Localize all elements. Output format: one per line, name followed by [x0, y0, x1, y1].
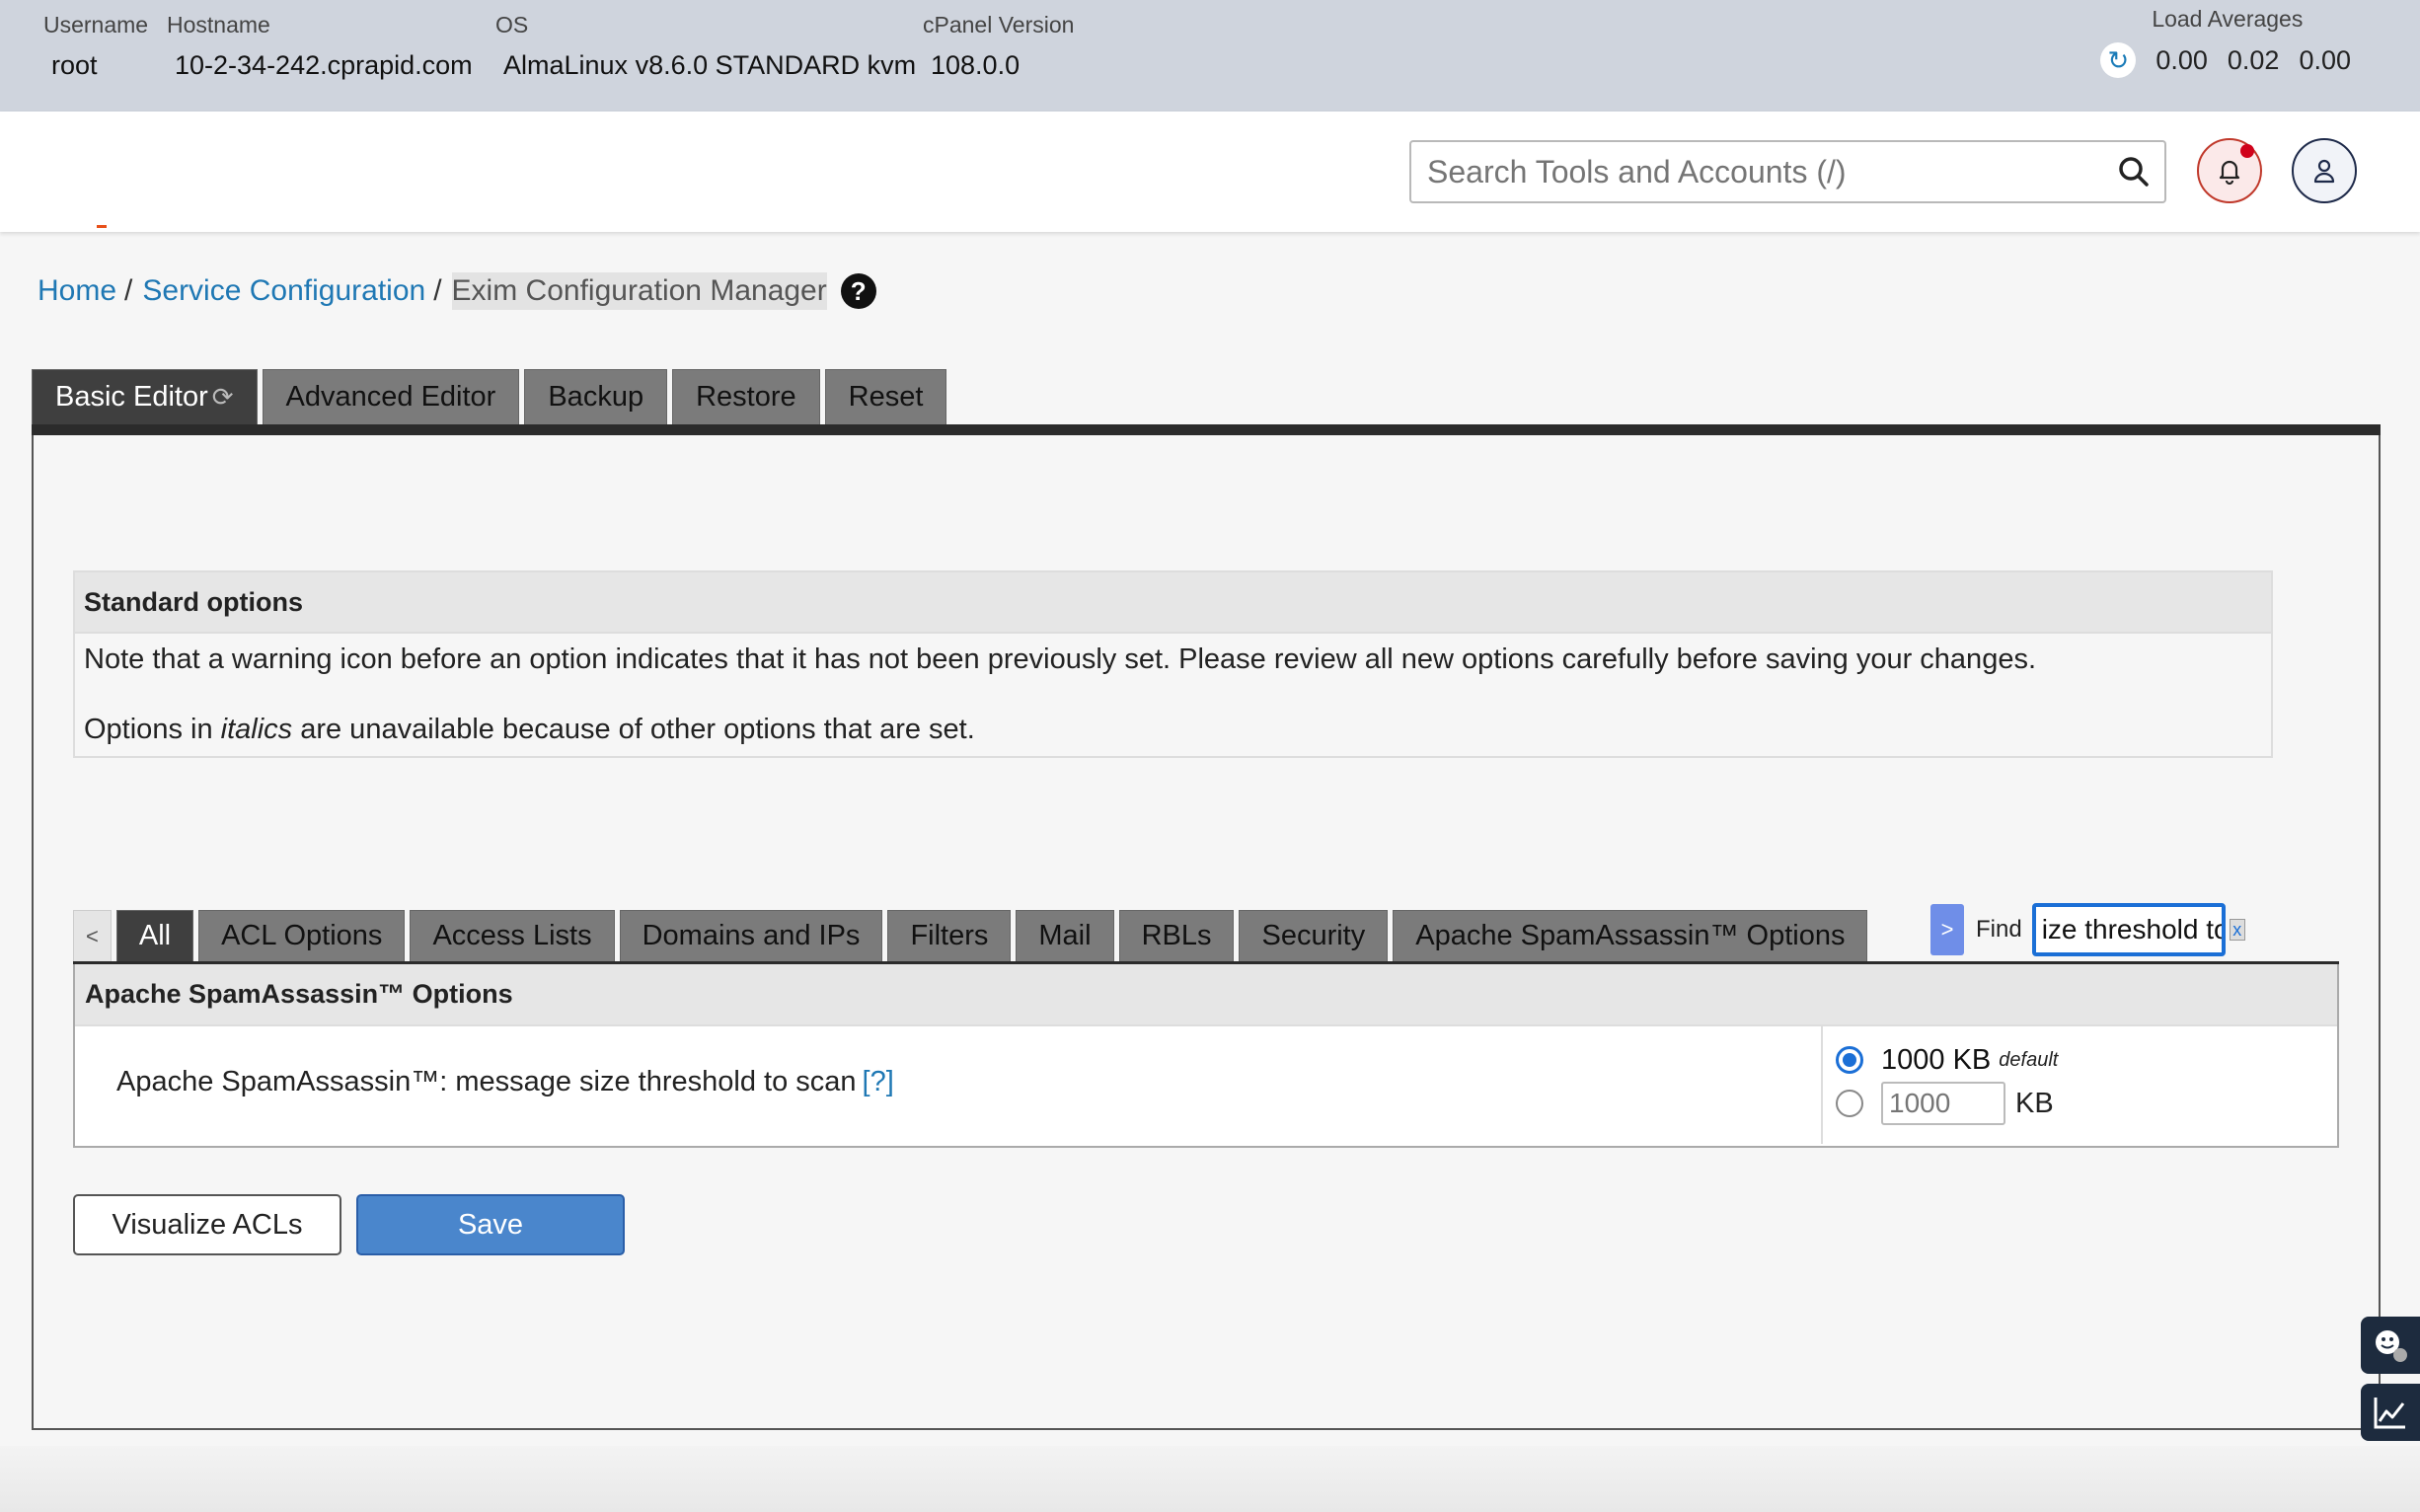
load-averages: Load Averages ↻ 0.00 0.02 0.00 [2100, 6, 2351, 78]
breadcrumb: Home / Service Configuration / Exim Conf… [38, 272, 876, 310]
breadcrumb-separator: / [124, 274, 133, 307]
tab-restore[interactable]: Restore [672, 369, 820, 424]
load-average-5: 0.02 [2227, 44, 2280, 75]
tab-apache-spamassassin-options[interactable]: Apache SpamAssassin™ Options [1393, 910, 1868, 961]
breadcrumb-home-link[interactable]: Home [38, 274, 116, 308]
tab-rbls[interactable]: RBLs [1118, 910, 1235, 961]
standard-options-note: Note that a warning icon before an optio… [84, 643, 2037, 675]
column-divider [1821, 1026, 1823, 1144]
tabs-scroll-left-button[interactable]: < [73, 910, 112, 961]
save-button[interactable]: Save [356, 1194, 625, 1255]
user-menu-button[interactable] [2292, 138, 2357, 203]
option-row: Apache SpamAssassin™: message size thres… [75, 1026, 2337, 1144]
italics-note: Options in italics are unavailable becau… [75, 714, 2271, 746]
standard-options-heading: Standard options [75, 572, 2271, 634]
username-value: root [51, 50, 98, 80]
default-tag: default [1999, 1048, 2059, 1071]
server-info-bar: Username root Hostname 10-2-34-242.cprap… [0, 0, 2420, 112]
os-label: OS [495, 12, 529, 38]
italics-note-suffix: are unavailable because of other options… [292, 714, 975, 745]
find-next-button[interactable]: > [1930, 904, 1964, 955]
breadcrumb-separator: / [433, 274, 442, 307]
notifications-button[interactable] [2197, 138, 2262, 203]
standard-options-box: Standard options Note that a warning ico… [73, 570, 2273, 758]
default-radio[interactable] [1836, 1046, 1863, 1074]
notification-badge [2240, 144, 2254, 158]
tab-label: Backup [548, 381, 644, 413]
hostname-field: Hostname 10-2-34-242.cprapid.com [167, 12, 473, 81]
tab-label: Basic Editor [55, 381, 208, 413]
option-label-text: Apache SpamAssassin™: message size thres… [116, 1066, 857, 1097]
tab-access-lists[interactable]: Access Lists [410, 910, 615, 961]
custom-radio[interactable] [1836, 1090, 1863, 1117]
custom-size-unit: KB [2015, 1087, 2054, 1119]
username-label: Username [43, 12, 149, 38]
breadcrumb-current-page: Exim Configuration Manager [451, 272, 827, 310]
cpanel-version-label: cPanel Version [923, 12, 1075, 38]
options-table: Apache SpamAssassin™ Options Apache Spam… [73, 964, 2339, 1148]
refresh-icon[interactable]: ↻ [2100, 42, 2137, 78]
tab-mail[interactable]: Mail [1016, 910, 1114, 961]
tab-bar-divider [32, 424, 2381, 435]
tab-basic-editor[interactable]: Basic Editor ⟳ [32, 369, 258, 424]
tab-all[interactable]: All [115, 910, 194, 961]
analytics-widget[interactable] [2361, 1384, 2420, 1441]
option-values: 1000 KB default KB [1836, 1038, 2058, 1125]
feedback-widget[interactable] [2361, 1317, 2420, 1374]
default-option: 1000 KB default [1836, 1038, 2058, 1082]
tab-security[interactable]: Security [1239, 910, 1389, 961]
top-header [0, 112, 2420, 232]
find-clear-button[interactable]: x [2229, 919, 2245, 941]
find-label: Find [1976, 916, 2022, 943]
tab-label: Advanced Editor [285, 381, 496, 413]
find-bar: > Find x [1930, 903, 2245, 956]
os-value: AlmaLinux v8.6.0 STANDARD kvm [503, 50, 917, 80]
radio-selected-dot [1843, 1053, 1856, 1067]
find-input[interactable] [2031, 903, 2226, 956]
page-footer-area [0, 1446, 2420, 1512]
tab-reset[interactable]: Reset [824, 369, 947, 424]
category-tabs: < All ACL Options Access Lists Domains a… [73, 910, 1868, 961]
visualize-acls-button[interactable]: Visualize ACLs [73, 1194, 341, 1255]
bell-icon [2219, 160, 2240, 186]
option-help-link[interactable]: [?] [863, 1066, 894, 1097]
default-value: 1000 KB [1881, 1043, 1992, 1076]
tab-backup[interactable]: Backup [524, 369, 668, 424]
search-input[interactable] [1411, 142, 2082, 201]
feedback-smiley-icon [2376, 1330, 2407, 1362]
load-averages-label: Load Averages [2152, 6, 2304, 32]
main-tabs: Basic Editor ⟳ Advanced Editor Backup Re… [32, 369, 947, 424]
username-field: Username root [43, 12, 148, 81]
options-section-heading: Apache SpamAssassin™ Options [75, 964, 2337, 1026]
os-field: OS AlmaLinux v8.6.0 STANDARD kvm [495, 12, 916, 81]
hostname-label: Hostname [167, 12, 270, 38]
help-icon[interactable]: ? [840, 273, 876, 309]
cpanel-version-field: cPanel Version 108.0.0 [923, 12, 1074, 81]
tab-acl-options[interactable]: ACL Options [198, 910, 406, 961]
tab-filters[interactable]: Filters [887, 910, 1012, 961]
search-icon[interactable] [2117, 155, 2151, 189]
search-box[interactable] [1409, 140, 2166, 203]
load-average-15: 0.00 [2299, 44, 2351, 75]
tab-domains-and-ips[interactable]: Domains and IPs [619, 910, 883, 961]
load-average-1: 0.00 [2155, 44, 2208, 75]
user-icon [2313, 159, 2335, 184]
italics-note-prefix: Options in [84, 714, 221, 745]
tab-advanced-editor[interactable]: Advanced Editor [262, 369, 520, 424]
italics-word: italics [220, 714, 293, 745]
tab-label: Reset [848, 381, 924, 413]
breadcrumb-service-configuration-link[interactable]: Service Configuration [142, 274, 425, 308]
option-label: Apache SpamAssassin™: message size thres… [116, 1066, 894, 1098]
hostname-value: 10-2-34-242.cprapid.com [175, 50, 473, 80]
sync-icon: ⟳ [211, 382, 234, 412]
custom-option: KB [1836, 1082, 2058, 1125]
cpanel-version-value: 108.0.0 [931, 50, 1021, 80]
custom-size-input[interactable] [1881, 1082, 2005, 1125]
tab-label: Restore [696, 381, 796, 413]
chart-icon [2374, 1398, 2405, 1429]
logo-fragment [97, 225, 107, 228]
